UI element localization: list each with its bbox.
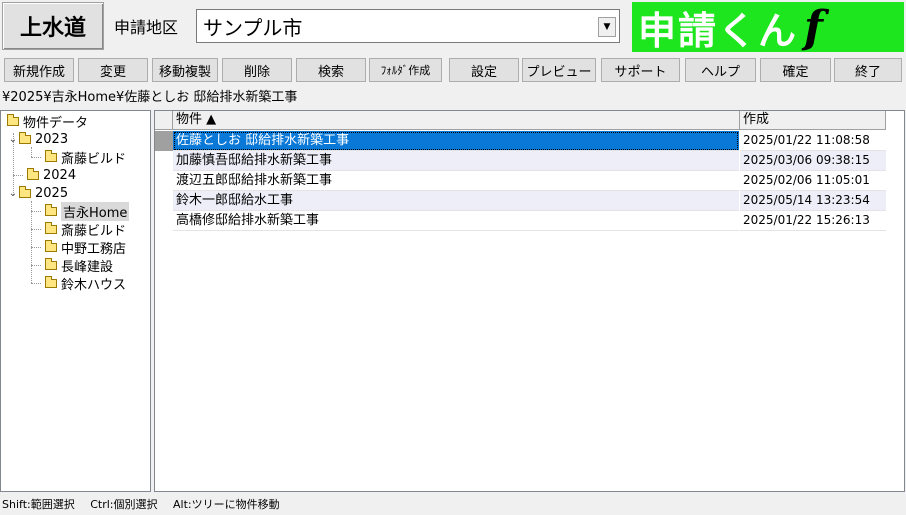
folder-tree[interactable]: 物件データ ⌄ 2023 斎藤ビルド 2024 ⌄ 2025 吉永Home 斎藤…	[0, 110, 151, 492]
row-header	[155, 151, 173, 171]
tree-item-label: 吉永Home	[61, 201, 130, 221]
table-row[interactable]: 鈴木一郎邸給水工事 2025/05/14 13:23:54	[155, 191, 886, 211]
tree-item-label: 鈴木ハウス	[61, 277, 127, 293]
region-select[interactable]: サンプル市 ▼	[196, 9, 620, 43]
region-label: 申請地区	[114, 18, 179, 37]
header: 上水道 申請地区 サンプル市 ▼ 申請くん f	[0, 0, 906, 54]
row-header	[155, 171, 173, 191]
support-button[interactable]: サポート	[601, 58, 680, 82]
tree-item-label: 斎藤ビルド	[61, 223, 127, 239]
cell-name: 渡辺五郎邸給排水新築工事	[173, 171, 739, 191]
logo-text: 申請くん	[638, 8, 799, 53]
move-copy-button[interactable]: 移動複製	[152, 58, 218, 82]
cell-date: 2025/01/22 11:08:58	[740, 131, 886, 151]
table-row[interactable]: 高橋修邸給排水新築工事 2025/01/22 15:26:13	[155, 211, 886, 231]
cell-date: 2025/02/06 11:05:01	[740, 171, 886, 191]
tree-line	[31, 283, 41, 284]
status-hint-ctrl: Ctrl:個別選択	[90, 498, 158, 511]
tree-item-label: 斎藤ビルド	[61, 151, 127, 167]
folder-icon	[45, 149, 57, 162]
cell-date: 2025/05/14 13:23:54	[740, 191, 886, 211]
status-bar: Shift:範囲選択 Ctrl:個別選択 Alt:ツリーに物件移動	[0, 494, 906, 515]
tree-item-label: 中野工務店	[61, 241, 127, 257]
cell-name: 鈴木一郎邸給水工事	[173, 191, 739, 211]
column-header-created[interactable]: 作成	[740, 111, 886, 130]
cell-name: 佐藤としお 邸給排水新築工事	[173, 131, 739, 151]
table-row[interactable]: 渡辺五郎邸給排水新築工事 2025/02/06 11:05:01	[155, 171, 886, 191]
folder-icon	[45, 257, 57, 270]
tree-line	[31, 229, 41, 230]
tree-item-nakano[interactable]: 中野工務店	[45, 238, 127, 257]
status-hint-shift: Shift:範囲選択	[2, 498, 75, 511]
row-header	[155, 211, 173, 231]
folder-icon	[19, 131, 31, 144]
table-row[interactable]: 佐藤としお 邸給排水新築工事 2025/01/22 11:08:58	[155, 131, 886, 151]
tree-line	[31, 247, 41, 248]
tree-item-label: 長峰建設	[61, 259, 114, 275]
folder-icon	[27, 167, 39, 180]
cell-date: 2025/03/06 09:38:15	[740, 151, 886, 171]
tree-item-label: 2023	[35, 131, 69, 147]
row-header-corner	[155, 111, 173, 130]
column-header-name[interactable]: 物件 ▲	[173, 111, 740, 130]
property-list[interactable]: 物件 ▲ 作成 佐藤としお 邸給排水新築工事 2025/01/22 11:08:…	[154, 110, 905, 492]
cell-name: 高橋修邸給排水新築工事	[173, 211, 739, 231]
tree-line	[31, 201, 32, 283]
tree-line	[31, 147, 32, 157]
tree-line	[31, 157, 41, 158]
settings-button[interactable]: 設定	[449, 58, 519, 82]
tree-item-2025[interactable]: ⌄ 2025	[7, 184, 68, 202]
tree-item-saito-build-2025[interactable]: 斎藤ビルド	[45, 220, 127, 239]
tree-item-yoshinaga-home[interactable]: 吉永Home	[45, 201, 130, 221]
table-row[interactable]: 加藤慎吾邸給排水新築工事 2025/03/06 09:38:15	[155, 151, 886, 171]
folder-icon	[7, 113, 19, 126]
path-bar: ¥2025¥吉永Home¥佐藤としお 邸給排水新築工事	[2, 90, 298, 105]
row-header	[155, 191, 173, 211]
tree-item-label: 2025	[35, 185, 69, 201]
help-button[interactable]: ヘルプ	[685, 58, 756, 82]
folder-icon	[45, 221, 57, 234]
tree-line	[13, 175, 23, 176]
row-header	[155, 131, 173, 151]
search-button[interactable]: 検索	[296, 58, 366, 82]
folder-icon	[45, 275, 57, 288]
tree-item-2023[interactable]: ⌄ 2023	[7, 130, 68, 148]
status-hint-alt: Alt:ツリーに物件移動	[173, 498, 280, 511]
list-header: 物件 ▲ 作成	[155, 111, 904, 130]
logo: 申請くん f	[632, 2, 904, 52]
folder-icon	[19, 185, 31, 198]
new-button[interactable]: 新規作成	[4, 58, 74, 82]
cell-name: 加藤慎吾邸給排水新築工事	[173, 151, 739, 171]
tree-item-suzuki-house[interactable]: 鈴木ハウス	[45, 274, 127, 293]
cell-date: 2025/01/22 15:26:13	[740, 211, 886, 231]
tree-item-2024[interactable]: 2024	[27, 166, 76, 184]
chevron-down-icon[interactable]: ▼	[598, 17, 616, 37]
mode-button[interactable]: 上水道	[2, 2, 104, 50]
region-value: サンプル市	[203, 15, 303, 40]
logo-mark: f	[804, 2, 825, 52]
toolbar: 新規作成 変更 移動複製 削除 検索 ﾌｫﾙﾀﾞ作成 設定 プレビュー サポート…	[0, 57, 906, 84]
tree-item-label: 2024	[43, 167, 77, 183]
preview-button[interactable]: プレビュー	[522, 58, 596, 82]
tree-item-nagamine[interactable]: 長峰建設	[45, 256, 114, 275]
tree-line	[31, 265, 41, 266]
folder-icon	[45, 203, 57, 216]
create-folder-button[interactable]: ﾌｫﾙﾀﾞ作成	[369, 58, 442, 82]
tree-item-root[interactable]: 物件データ	[7, 112, 89, 131]
delete-button[interactable]: 削除	[222, 58, 292, 82]
tree-line	[31, 211, 41, 212]
folder-icon	[45, 239, 57, 252]
tree-item-label: 物件データ	[23, 115, 89, 131]
edit-button[interactable]: 変更	[78, 58, 148, 82]
exit-button[interactable]: 終了	[834, 58, 902, 82]
confirm-button[interactable]: 確定	[760, 58, 831, 82]
chevron-down-icon[interactable]: ⌄	[7, 134, 19, 145]
tree-item-saito-build[interactable]: 斎藤ビルド	[45, 148, 127, 167]
chevron-down-icon[interactable]: ⌄	[7, 188, 19, 199]
